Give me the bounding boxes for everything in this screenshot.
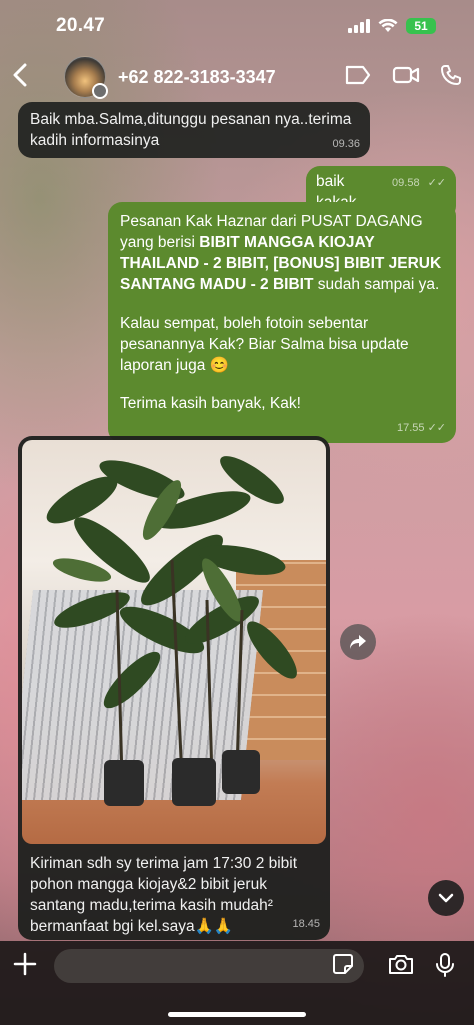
battery-indicator: 51	[406, 18, 436, 34]
message-text: Baik mba.Salma,ditunggu pesanan nya..ter…	[30, 111, 352, 149]
status-time: 20.47	[56, 15, 106, 36]
message-outgoing[interactable]: Pesanan Kak Haznar dari PUSAT DAGANG yan…	[108, 202, 456, 444]
chat-header: +62 822-3183-3347	[0, 52, 474, 102]
header-actions	[344, 64, 462, 91]
message-time: 09.58	[392, 177, 420, 189]
message-paragraph: Kalau sempat, boleh fotoin sebentar pesa…	[120, 314, 409, 374]
voice-record-button[interactable]	[436, 953, 454, 982]
photo-caption: Kiriman sdh sy terima jam 17:30 2 bibit …	[30, 855, 298, 935]
camera-button[interactable]	[388, 953, 414, 982]
message-incoming[interactable]: Baik mba.Salma,ditunggu pesanan nya..ter…	[18, 102, 370, 158]
message-time: 09.36	[332, 138, 360, 150]
message-paragraph: Terima kasih banyak, Kak!	[120, 395, 301, 413]
sticker-button[interactable]	[332, 953, 354, 980]
photo-attachment[interactable]	[22, 440, 326, 844]
video-call-button[interactable]	[392, 65, 420, 90]
message-composer	[0, 941, 474, 1025]
message-input-wrapper	[54, 949, 364, 983]
chevron-left-icon	[13, 63, 27, 86]
message-meta: 17.55 ✓✓	[397, 421, 446, 436]
message-incoming-photo[interactable]: Kiriman sdh sy terima jam 17:30 2 bibit …	[18, 436, 330, 940]
phone-icon	[441, 64, 461, 85]
signal-icon	[348, 19, 370, 33]
chat-area[interactable]: Baik mba.Salma,ditunggu pesanan nya..ter…	[0, 98, 474, 941]
contact-name[interactable]: +62 822-3183-3347	[118, 67, 344, 88]
read-ticks-icon: ✓✓	[427, 421, 446, 434]
message-input[interactable]	[54, 957, 332, 975]
message-time: 18.45	[292, 918, 320, 931]
sticker-icon	[333, 953, 353, 974]
message-text: sudah sampai ya.	[313, 275, 440, 293]
composer-actions	[388, 953, 454, 982]
plus-icon	[13, 952, 37, 976]
forward-button[interactable]	[340, 624, 376, 660]
plant-seedlings-image	[46, 456, 297, 806]
tag-icon	[345, 65, 371, 84]
status-ring-icon	[92, 83, 108, 99]
share-arrow-icon	[350, 635, 366, 649]
scroll-to-bottom-button[interactable]	[428, 880, 464, 916]
video-call-icon	[392, 66, 420, 83]
label-button[interactable]	[344, 64, 372, 91]
home-indicator	[168, 1012, 306, 1017]
status-bar: 20.47 51	[0, 0, 474, 52]
message-paragraph: Pesanan Kak Haznar dari PUSAT DAGANG yan…	[120, 212, 444, 296]
camera-icon	[389, 955, 413, 974]
read-ticks-icon: ✓✓	[427, 177, 446, 189]
chevron-down-icon	[438, 893, 454, 903]
status-icons: 51	[348, 18, 436, 34]
microphone-icon	[436, 953, 454, 977]
wifi-icon	[378, 19, 398, 32]
attach-button[interactable]	[12, 951, 42, 983]
message-time: 17.55	[396, 421, 425, 434]
contact-avatar[interactable]	[64, 56, 108, 99]
voice-call-button[interactable]	[440, 64, 462, 91]
back-button[interactable]	[12, 63, 40, 92]
